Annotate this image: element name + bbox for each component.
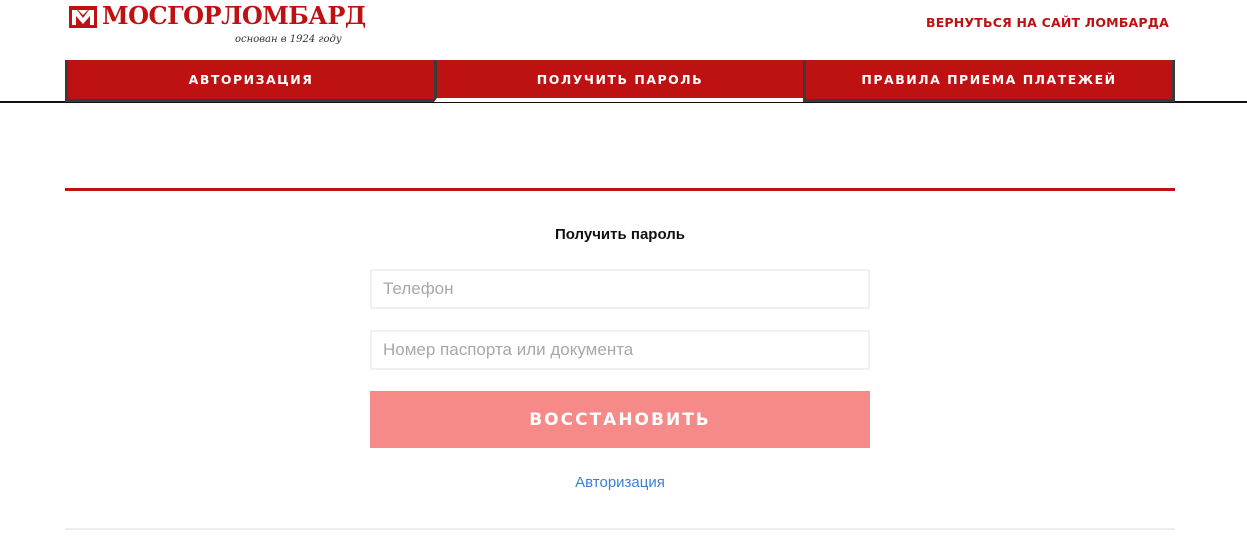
restore-button[interactable]: ВОССТАНОВИТЬ — [370, 391, 870, 448]
main-nav: АВТОРИЗАЦИЯ ПОЛУЧИТЬ ПАРОЛЬ ПРАВИЛА ПРИЕ… — [65, 60, 1175, 102]
tab-authorization[interactable]: АВТОРИЗАЦИЯ — [65, 60, 434, 102]
form-title: Получить пароль — [554, 226, 685, 243]
section-divider — [65, 188, 1175, 191]
logo-subtitle: основан в 1924 году — [235, 34, 342, 45]
brand-logo[interactable]: МОСГОРЛОМБАРД основан в 1924 году — [69, 0, 366, 50]
back-to-site-link[interactable]: ВЕРНУТЬСЯ НА САЙТ ЛОМБАРДА — [926, 15, 1169, 30]
phone-input[interactable] — [370, 269, 870, 309]
authorization-link[interactable]: Авторизация — [370, 474, 870, 491]
footer-divider — [65, 528, 1175, 530]
logo-text: МОСГОРЛОМБАРД — [102, 1, 366, 30]
tab-get-password[interactable]: ПОЛУЧИТЬ ПАРОЛЬ — [434, 60, 803, 102]
logo-mark-icon — [69, 6, 97, 28]
passport-input[interactable] — [370, 330, 870, 370]
tab-payment-rules[interactable]: ПРАВИЛА ПРИЕМА ПЛАТЕЖЕЙ — [803, 60, 1175, 102]
